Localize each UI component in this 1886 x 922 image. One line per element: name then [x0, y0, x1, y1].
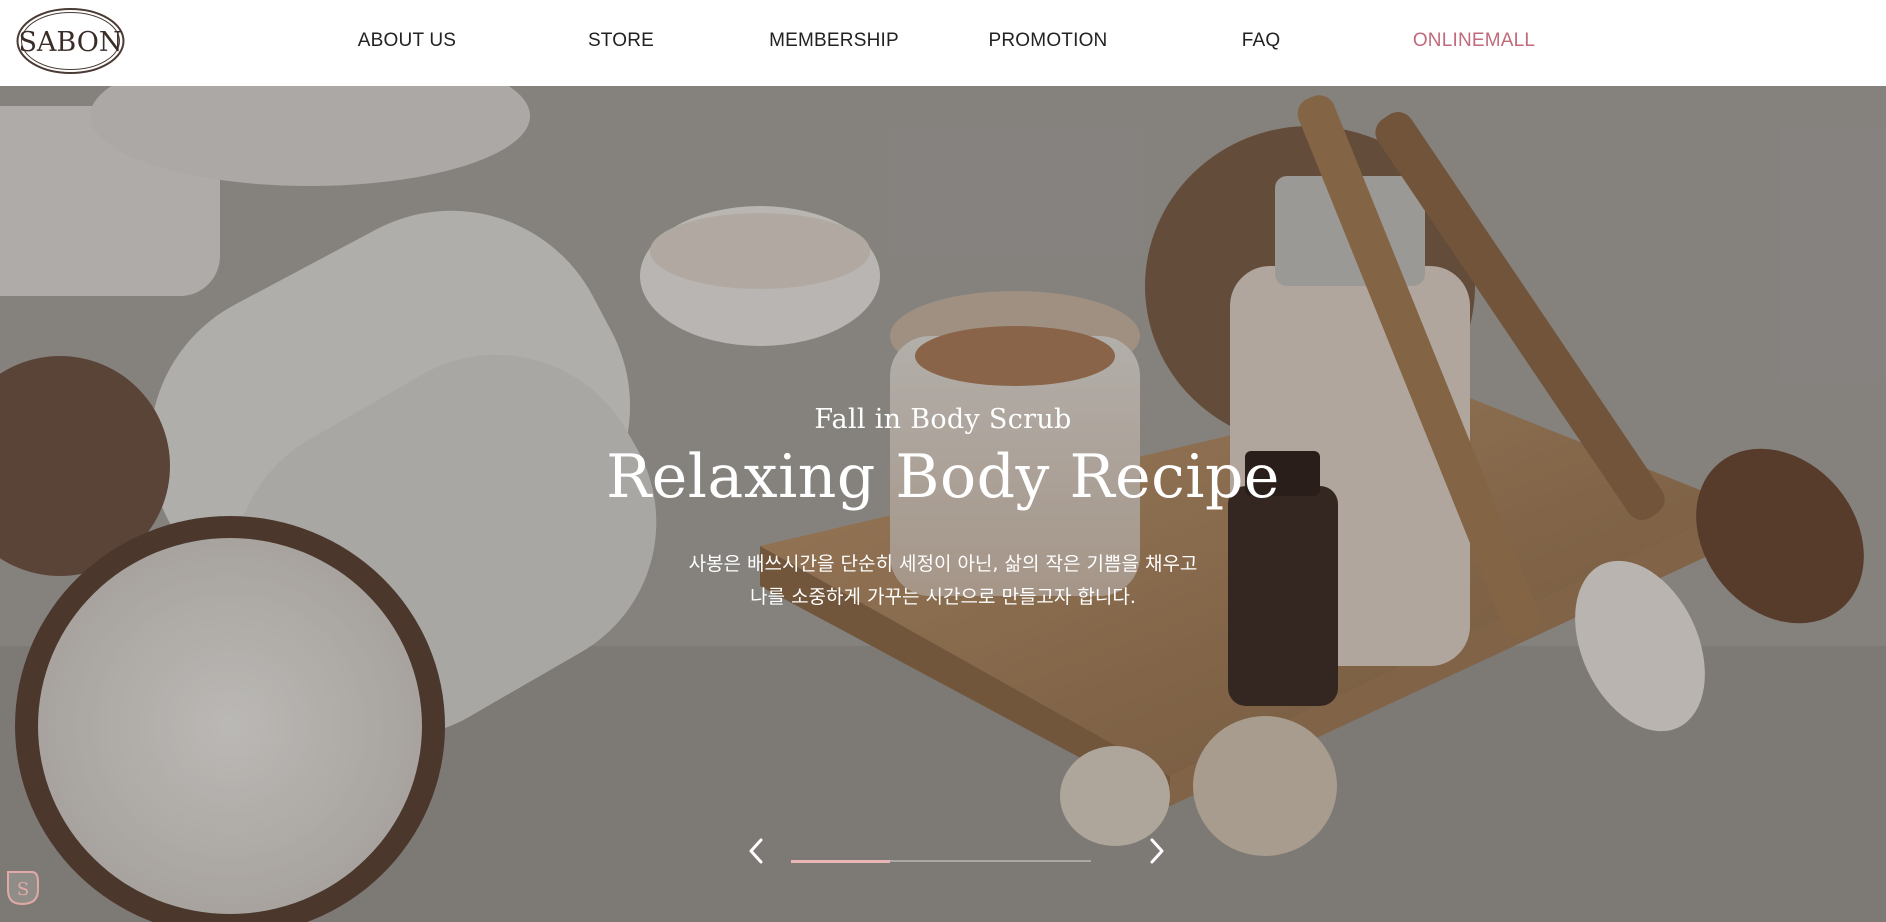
badge-letter: S — [17, 879, 29, 900]
slider-next-button[interactable] — [1141, 836, 1171, 866]
slider-progress-track[interactable] — [791, 859, 1091, 863]
hero-subtitle: Fall in Body Scrub — [814, 404, 1072, 435]
nav-about-us[interactable]: ABOUT US — [327, 30, 487, 54]
chevron-left-icon — [749, 838, 763, 864]
chevron-right-icon — [1150, 838, 1164, 864]
nav-membership[interactable]: MEMBERSHIP — [754, 30, 914, 54]
nav-store[interactable]: STORE — [541, 30, 701, 54]
site-header: SABON ABOUT US STORE MEMBERSHIP PROMOTIO… — [0, 0, 1886, 86]
logo-text: SABON — [18, 27, 122, 58]
slider-prev-button[interactable] — [742, 836, 772, 866]
hero-description: 사봉은 배쓰시간을 단순히 세정이 아닌, 삶의 작은 기쁨을 채우고 나를 소… — [543, 548, 1343, 614]
hero-description-line-1: 사봉은 배쓰시간을 단순히 세정이 아닌, 삶의 작은 기쁨을 채우고 — [688, 553, 1198, 575]
nav-faq[interactable]: FAQ — [1181, 30, 1341, 54]
sabon-logo[interactable]: SABON — [15, 6, 126, 76]
hero-title: Relaxing Body Recipe — [606, 442, 1280, 512]
sabon-s-icon: S — [7, 871, 39, 906]
nav-promotion[interactable]: PROMOTION — [968, 30, 1128, 54]
slider-progress-fill — [791, 859, 890, 863]
hero-slider: Fall in Body Scrub Relaxing Body Recipe … — [0, 86, 1886, 922]
nav-onlinemall[interactable]: ONLINEMALL — [1394, 30, 1554, 54]
hero-description-line-2: 나를 소중하게 가꾸는 시간으로 만들고자 합니다. — [750, 586, 1136, 608]
sabon-s-badge[interactable]: S — [4, 868, 40, 908]
sabon-logo-icon: SABON — [16, 8, 125, 74]
